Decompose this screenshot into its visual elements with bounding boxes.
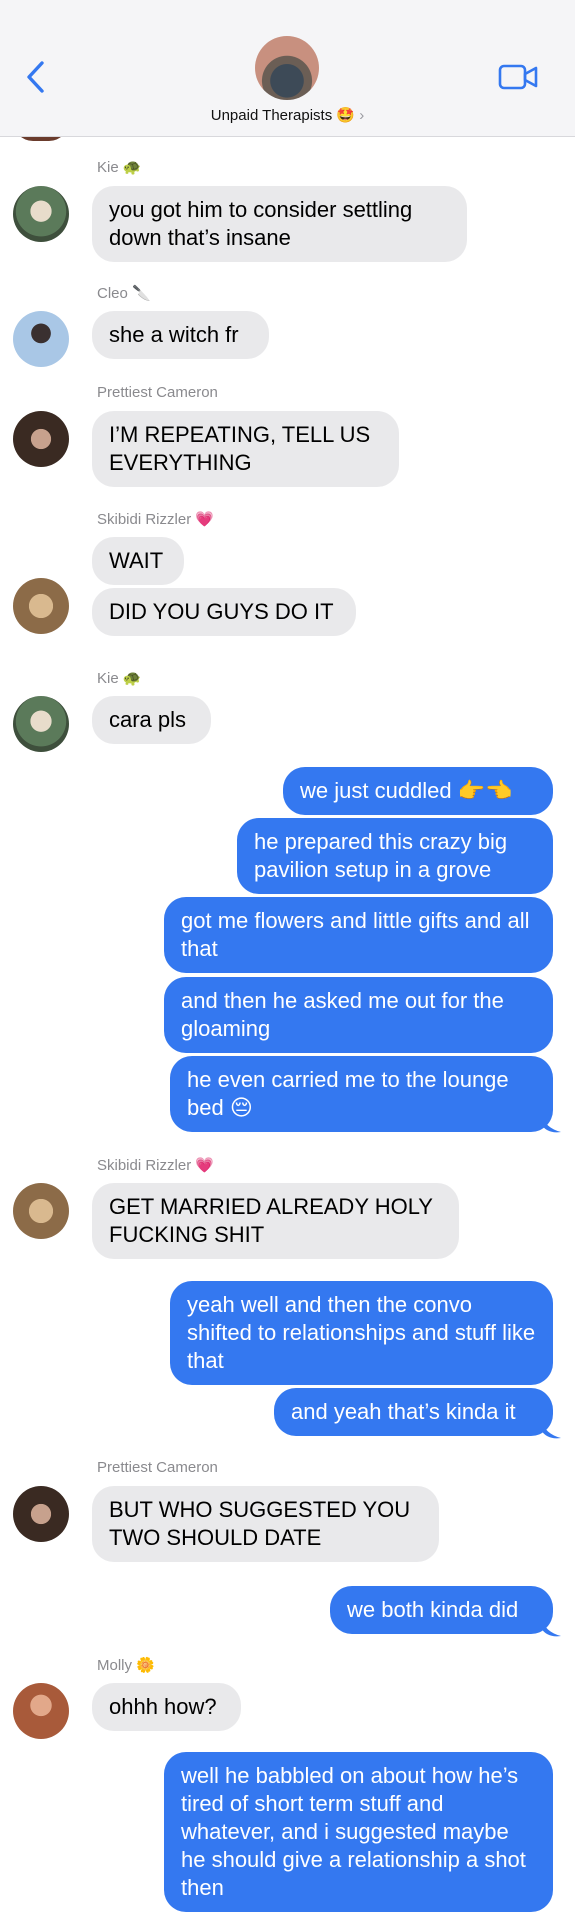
message-bubble[interactable]: GET MARRIED ALREADY HOLY FUCKING SHIT bbox=[92, 1183, 459, 1259]
message-bubble[interactable]: cara pls bbox=[92, 696, 211, 744]
avatar[interactable] bbox=[13, 696, 69, 752]
message-bubble[interactable]: yeah well and then the convo shifted to … bbox=[170, 1281, 553, 1385]
bubble-tail bbox=[541, 1618, 561, 1637]
chat-header: Unpaid Therapists 🤩 › bbox=[0, 0, 575, 137]
message-bubble[interactable]: DID YOU GUYS DO IT bbox=[92, 588, 356, 636]
avatar[interactable] bbox=[13, 578, 69, 634]
avatar[interactable] bbox=[13, 186, 69, 242]
message-bubble[interactable]: we both kinda did bbox=[330, 1586, 553, 1634]
avatar[interactable] bbox=[13, 311, 69, 367]
message-bubble[interactable]: he prepared this crazy big pavilion setu… bbox=[237, 818, 553, 894]
message-bubble[interactable]: he even carried me to the lounge bed 😔 bbox=[170, 1056, 553, 1132]
group-name: Unpaid Therapists 🤩 bbox=[210, 107, 356, 124]
sender-name: Kie 🐢 bbox=[97, 159, 142, 176]
bubble-tail bbox=[541, 1114, 561, 1133]
message-bubble[interactable]: BUT WHO SUGGESTED YOU TWO SHOULD DATE bbox=[92, 1486, 439, 1562]
group-avatar[interactable] bbox=[255, 36, 319, 100]
chevron-left-icon[interactable] bbox=[24, 60, 48, 94]
message-bubble[interactable]: I’M REPEATING, TELL US EVERYTHING bbox=[92, 411, 399, 487]
message-bubble[interactable]: we just cuddled 👉👈 bbox=[283, 767, 553, 815]
group-title[interactable]: Unpaid Therapists 🤩 › bbox=[0, 106, 575, 124]
sender-name: Cleo 🔪 bbox=[97, 285, 151, 302]
message-bubble[interactable]: WAIT bbox=[92, 537, 184, 585]
sender-name: Skibidi Rizzler 💗 bbox=[97, 511, 215, 528]
message-bubble[interactable]: you got him to consider settling down th… bbox=[92, 186, 467, 262]
message-bubble[interactable]: she a witch fr bbox=[92, 311, 269, 359]
bubble-tail bbox=[541, 1420, 561, 1439]
avatar[interactable] bbox=[13, 411, 69, 467]
avatar[interactable] bbox=[13, 1486, 69, 1542]
message-bubble[interactable]: got me flowers and little gifts and all … bbox=[164, 897, 553, 973]
sender-name: Kie 🐢 bbox=[97, 670, 142, 687]
sender-name: Skibidi Rizzler 💗 bbox=[97, 1157, 215, 1174]
sender-name: Prettiest Cameron bbox=[97, 384, 218, 401]
chevron-right-icon: › bbox=[359, 107, 365, 124]
sender-name: Molly 🌼 bbox=[97, 1657, 155, 1674]
message-bubble[interactable]: and then he asked me out for the gloamin… bbox=[164, 977, 553, 1053]
message-bubble[interactable]: well he babbled on about how he’s tired … bbox=[164, 1752, 553, 1912]
sender-name: Prettiest Cameron bbox=[97, 1459, 218, 1476]
message-bubble[interactable]: ohhh how? bbox=[92, 1683, 241, 1731]
avatar[interactable] bbox=[13, 1183, 69, 1239]
avatar[interactable] bbox=[13, 1683, 69, 1739]
video-camera-icon[interactable] bbox=[498, 64, 538, 90]
message-bubble[interactable]: and yeah that’s kinda it bbox=[274, 1388, 553, 1436]
